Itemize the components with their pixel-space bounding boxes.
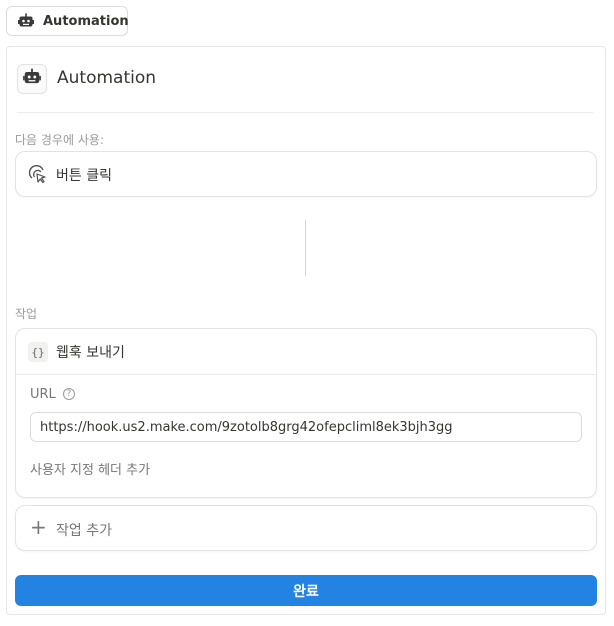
cursor-click-icon [28,164,48,189]
action-section-label: 작업 [15,307,38,321]
plus-icon: + [30,515,47,539]
page-title: Automation [57,68,157,88]
automation-header: Automation [17,64,593,113]
action-card-header[interactable]: {} 웹훅 보내기 [16,329,596,375]
robot-icon [22,67,42,91]
robot-icon [17,12,35,30]
help-icon[interactable]: ? [63,388,75,400]
automation-tag-label: Automation [43,13,129,29]
url-label: URL [30,387,56,402]
add-action-label: 작업 추가 [56,523,112,539]
flow-connector [305,220,306,276]
action-title: 웹훅 보내기 [56,345,125,361]
code-braces-icon: {} [28,342,48,362]
trigger-card[interactable]: 버튼 클릭 [15,151,597,197]
trigger-section-label: 다음 경우에 사용: [15,133,104,147]
action-card: {} 웹훅 보내기 URL ? 사용자 지정 헤더 추가 [15,328,597,498]
done-button[interactable]: 완료 [15,575,597,606]
trigger-label: 버튼 클릭 [56,168,112,184]
add-custom-header-button[interactable]: 사용자 지정 헤더 추가 [30,459,150,478]
add-action-button[interactable]: + 작업 추가 [15,505,597,551]
url-input[interactable] [30,412,582,442]
automation-tag-button[interactable]: Automation [6,6,129,36]
automation-avatar [17,64,47,94]
